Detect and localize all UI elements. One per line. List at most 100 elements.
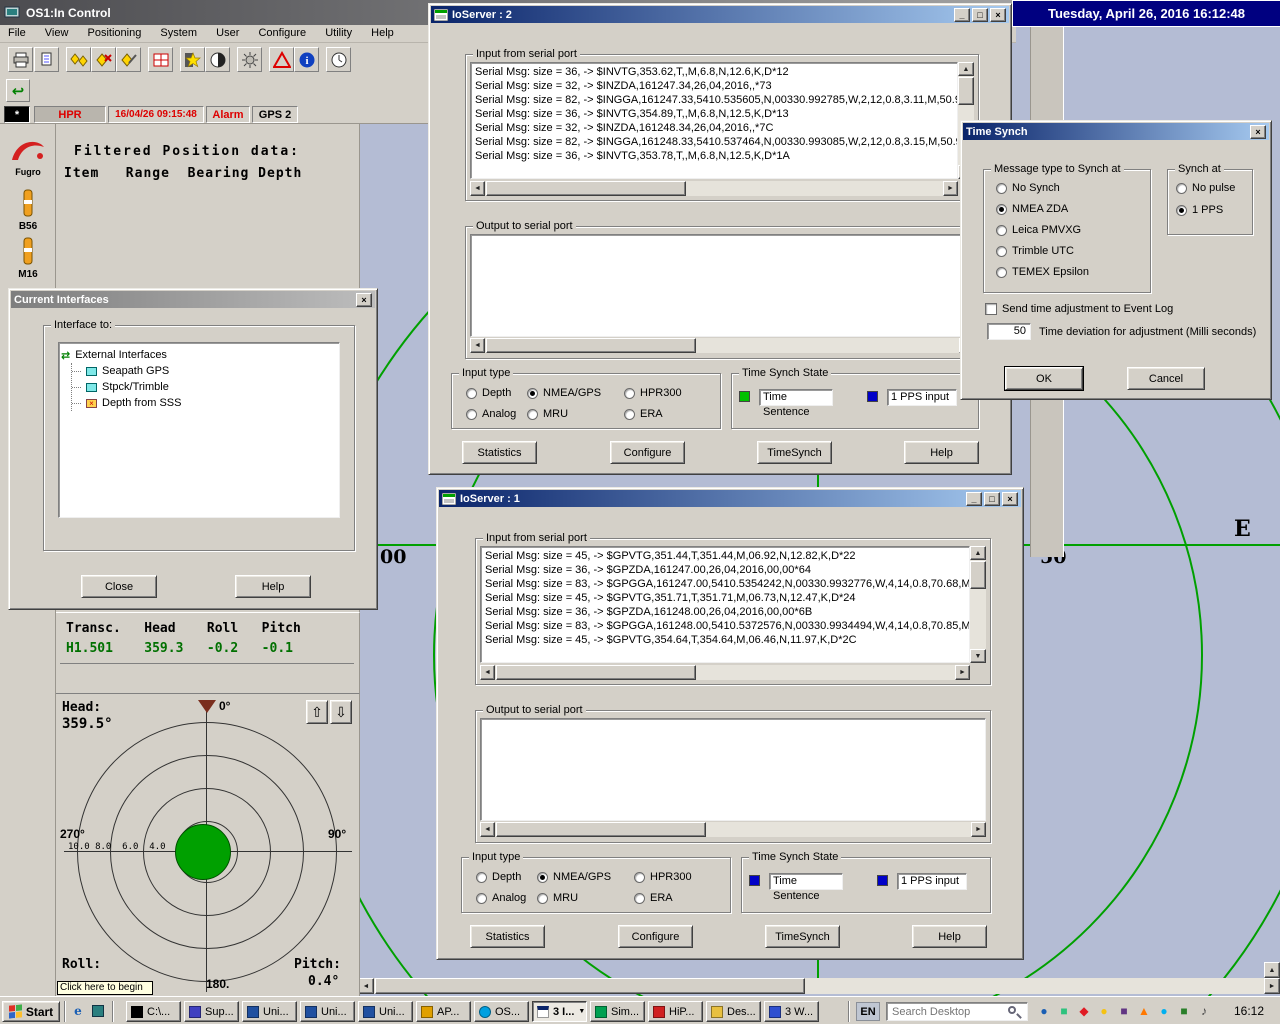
document-icon[interactable]	[34, 47, 59, 72]
task-button-sup[interactable]: Sup...	[184, 1001, 239, 1022]
radio-no-synch[interactable]: No Synch	[996, 182, 1060, 194]
menu-file[interactable]: File	[0, 25, 34, 41]
quicklaunch-desktop-icon[interactable]	[92, 1005, 104, 1017]
timesynch-button[interactable]: TimeSynch	[757, 441, 832, 464]
scrollbar-thumb[interactable]	[375, 978, 805, 994]
radio-depth[interactable]: Depth	[476, 871, 532, 883]
scroll-down-button[interactable]: ⇩	[330, 700, 352, 724]
tree-item-external-interfaces[interactable]: ⇄ External Interfaces	[61, 347, 337, 363]
serial-output-list[interactable]	[480, 718, 986, 821]
tray-update-icon[interactable]: ●	[1096, 1003, 1112, 1019]
scroll-right-icon[interactable]: ►	[943, 181, 958, 196]
scrollbar-thumb[interactable]	[486, 338, 696, 353]
task-button-os[interactable]: OS...	[474, 1001, 529, 1022]
radio-analog[interactable]: Analog	[476, 892, 532, 904]
quicklaunch-browser-icon[interactable]: e	[70, 1003, 86, 1019]
task-button-ioservers[interactable]: 3 I...▼	[532, 1001, 587, 1022]
menu-system[interactable]: System	[152, 25, 205, 41]
scroll-left-icon[interactable]: ◄	[470, 181, 485, 196]
horizontal-scrollbar[interactable]: ◄ ►	[470, 181, 958, 196]
task-button-sim[interactable]: Sim...	[590, 1001, 645, 1022]
radio-hpr300[interactable]: HPR300	[624, 387, 702, 399]
waypoint-delete-icon[interactable]	[91, 47, 116, 72]
deviation-field[interactable]: 50	[987, 323, 1031, 340]
horizontal-scrollbar[interactable]: ◄ ►	[470, 338, 974, 353]
info-icon[interactable]: i	[294, 47, 319, 72]
contrast-icon[interactable]	[205, 47, 230, 72]
maximize-icon[interactable]: □	[972, 8, 988, 22]
task-button-uni1[interactable]: Uni...	[242, 1001, 297, 1022]
radio-analog[interactable]: Analog	[466, 408, 522, 420]
interfaces-tree[interactable]: ⇄ External Interfaces Seapath GPS Stpck/…	[58, 342, 340, 518]
radio-mru[interactable]: MRU	[527, 408, 619, 420]
tray-search-icon[interactable]: ●	[1036, 1003, 1052, 1019]
sidebar-item-m16[interactable]: M16	[6, 236, 50, 280]
scroll-left-icon[interactable]: ◄	[480, 822, 495, 837]
serial-input-list[interactable]: Serial Msg: size = 45, -> $GPVTG,351.44,…	[480, 546, 970, 663]
language-indicator[interactable]: EN	[856, 1002, 880, 1021]
start-button[interactable]: Start	[2, 1001, 60, 1022]
grid-icon[interactable]	[148, 47, 173, 72]
ioserver1-titlebar[interactable]: IoServer : 1 _ □ ×	[439, 490, 1021, 507]
horizontal-scrollbar[interactable]: ◄ ►	[480, 665, 970, 680]
close-icon[interactable]: ×	[1250, 125, 1266, 139]
close-icon[interactable]: ×	[356, 293, 372, 307]
menu-help[interactable]: Help	[363, 25, 402, 41]
tray-device-icon[interactable]: ●	[1156, 1003, 1172, 1019]
close-icon[interactable]: ×	[1002, 492, 1018, 506]
menu-positioning[interactable]: Positioning	[80, 25, 150, 41]
scrollbar-thumb[interactable]	[970, 561, 986, 589]
search-input[interactable]	[886, 1002, 1028, 1021]
horizontal-scrollbar[interactable]: ◄ ►	[480, 822, 986, 837]
scrollbar-thumb[interactable]	[496, 665, 696, 680]
radio-1-pps[interactable]: 1 PPS	[1176, 204, 1223, 216]
task-button-ap[interactable]: AP...	[416, 1001, 471, 1022]
task-button-hipap[interactable]: HiP...	[648, 1001, 703, 1022]
vertical-scrollbar[interactable]: ▲ ▼	[970, 546, 986, 663]
radio-hpr300[interactable]: HPR300	[634, 871, 712, 883]
scroll-left-icon[interactable]: ◄	[470, 338, 485, 353]
search-icon[interactable]	[1008, 1006, 1016, 1014]
alarm-warning-icon[interactable]	[269, 47, 294, 72]
tray-gps-icon[interactable]: ■	[1176, 1003, 1192, 1019]
status-asterisk[interactable]: *	[4, 106, 30, 123]
maximize-icon[interactable]: □	[984, 492, 1000, 506]
tree-item-depth-from-sss[interactable]: × Depth from SSS	[72, 395, 337, 411]
cancel-button[interactable]: Cancel	[1127, 367, 1205, 390]
minimize-icon[interactable]: _	[966, 492, 982, 506]
scroll-right-icon[interactable]: ►	[955, 665, 970, 680]
status-alarm[interactable]: Alarm	[206, 106, 250, 123]
radio-nmea-gps[interactable]: NMEA/GPS	[537, 871, 629, 883]
clock-icon[interactable]	[326, 47, 351, 72]
radio-no-pulse[interactable]: No pulse	[1176, 182, 1235, 194]
scroll-right-icon[interactable]: ►	[1264, 978, 1280, 994]
menu-view[interactable]: View	[37, 25, 77, 41]
star-icon[interactable]	[180, 47, 205, 72]
tray-messenger-icon[interactable]: ■	[1116, 1003, 1132, 1019]
radio-nmea-gps[interactable]: NMEA/GPS	[527, 387, 619, 399]
scroll-up-button[interactable]: ⇧	[306, 700, 328, 724]
sidebar-item-fugro[interactable]: Fugro	[6, 136, 50, 177]
scrollbar-thumb[interactable]	[486, 181, 686, 196]
timesynch-button[interactable]: TimeSynch	[765, 925, 840, 948]
print-icon[interactable]	[8, 47, 33, 72]
minimize-icon[interactable]: _	[954, 8, 970, 22]
serial-input-list[interactable]: Serial Msg: size = 36, -> $INVTG,353.62,…	[470, 62, 958, 179]
settings-sun-icon[interactable]	[237, 47, 262, 72]
radio-mru[interactable]: MRU	[537, 892, 629, 904]
help-button[interactable]: Help	[912, 925, 987, 948]
radio-depth[interactable]: Depth	[466, 387, 522, 399]
statistics-button[interactable]: Statistics	[470, 925, 545, 948]
waypoint-edit-icon[interactable]	[116, 47, 141, 72]
close-icon[interactable]: ×	[990, 8, 1006, 22]
menu-user[interactable]: User	[208, 25, 247, 41]
waypoint-pair-icon[interactable]	[66, 47, 91, 72]
configure-button[interactable]: Configure	[618, 925, 693, 948]
tree-item-stpck-trimble[interactable]: Stpck/Trimble	[72, 379, 337, 395]
radio-era[interactable]: ERA	[634, 892, 712, 904]
event-log-checkbox[interactable]: Send time adjustment to Event Log	[985, 303, 1173, 315]
ioserver2-titlebar[interactable]: IoServer : 2 _ □ ×	[431, 6, 1009, 23]
tree-item-seapath-gps[interactable]: Seapath GPS	[72, 363, 337, 379]
close-button[interactable]: Close	[81, 575, 157, 598]
task-button-console[interactable]: C:\...	[126, 1001, 181, 1022]
